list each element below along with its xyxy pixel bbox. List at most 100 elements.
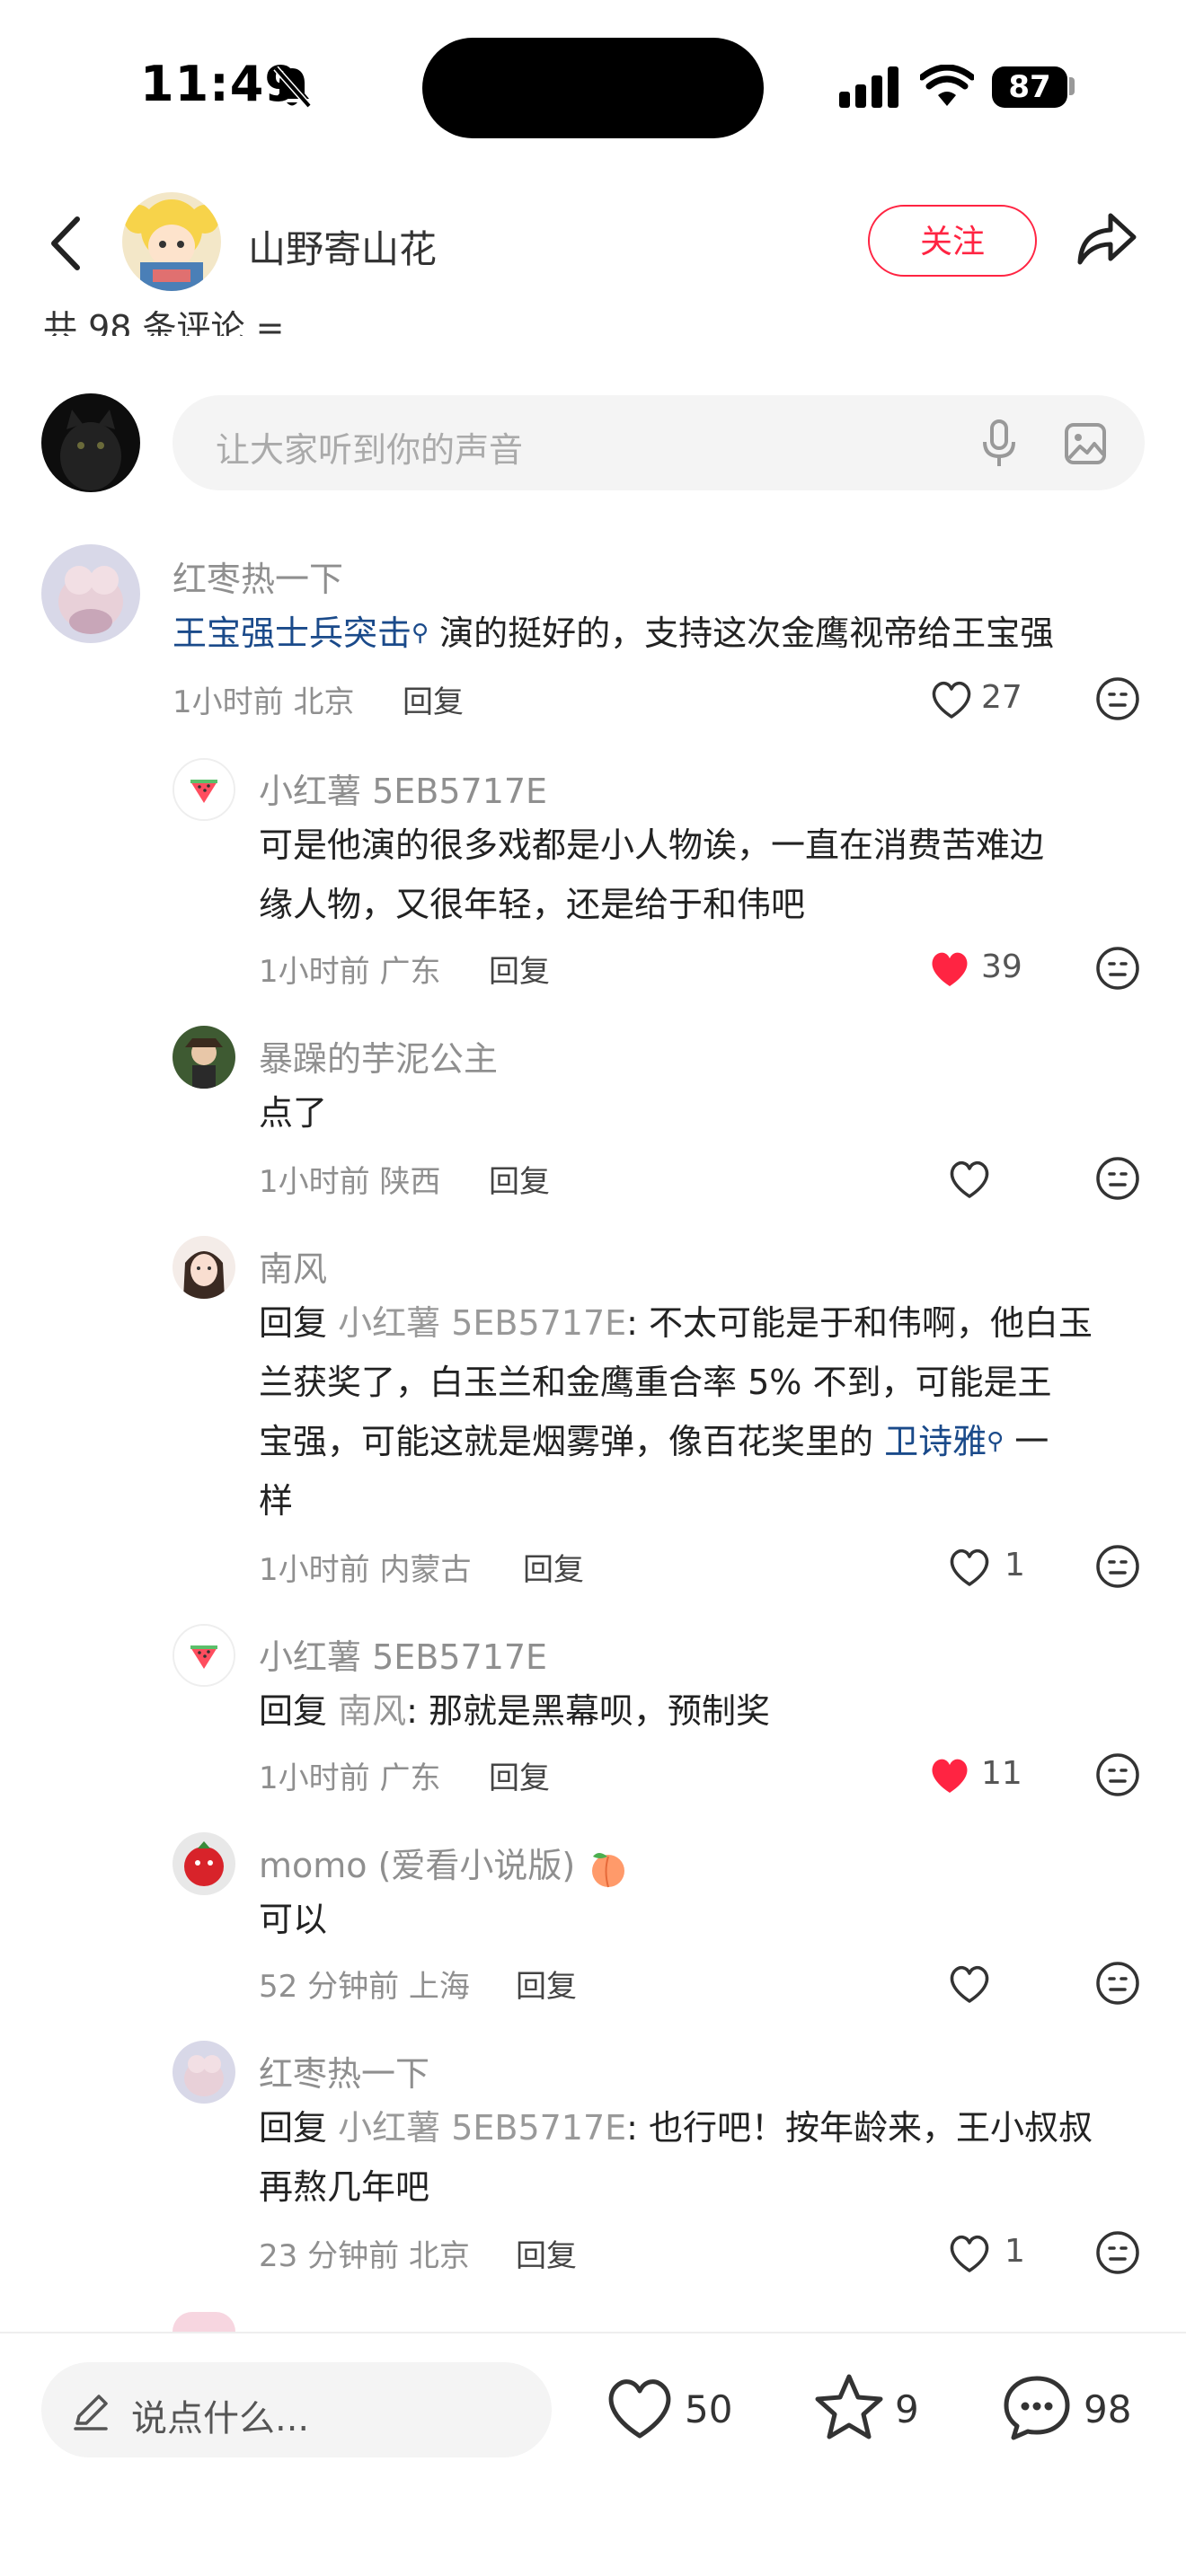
emoji-icon[interactable] xyxy=(1094,1960,1141,2007)
comment-location: 内蒙古 xyxy=(379,1552,472,1588)
heart-icon[interactable] xyxy=(947,1547,992,1588)
comment-text-line2: 缘人物，又很年轻，还是给于和伟吧 xyxy=(259,885,806,924)
commenter-name[interactable]: 南风 xyxy=(259,1241,327,1291)
like-count: 39 xyxy=(981,948,1022,985)
commenter-avatar[interactable] xyxy=(173,1832,235,1895)
heart-icon[interactable] xyxy=(947,1159,992,1200)
comment-text-line2: 再熬几年吧 xyxy=(259,2167,430,2207)
my-avatar[interactable] xyxy=(41,393,140,492)
comment-time-location: 1小时前 内蒙古 xyxy=(259,1545,471,1589)
commenter-avatar[interactable] xyxy=(173,2041,235,2104)
comment-time: 1小时前 xyxy=(259,1552,370,1588)
commenter-name[interactable]: 红枣热一下 xyxy=(259,2046,429,2095)
commenter-avatar[interactable] xyxy=(173,1236,235,1299)
comment-text-line3: 宝强，可能这就是烟雾弹，像百花奖里的 卫诗雅⚲ 一 xyxy=(259,1412,1049,1471)
comment-time: 1小时前 xyxy=(259,1164,370,1200)
comment-text: 王宝强士兵突击⚲ 演的挺好的，支持这次金鹰视帝给王宝强 xyxy=(173,604,1054,663)
comment-time-location: 1小时前 广东 xyxy=(259,947,440,991)
reply-to-user[interactable]: 小红薯 5EB5717E xyxy=(338,1303,626,1343)
reply-to-user[interactable]: 小红薯 5EB5717E xyxy=(338,2108,626,2148)
comment-time: 1小时前 xyxy=(259,954,370,990)
reply-button[interactable]: 回复 xyxy=(516,2231,577,2275)
reply-prefix: 回复 xyxy=(259,1691,328,1731)
commenter-name[interactable]: 红枣热一下 xyxy=(173,551,343,601)
commenter-avatar[interactable] xyxy=(173,2312,235,2332)
commenter-name[interactable]: momo (爱看小说版) xyxy=(259,1838,631,1889)
reply-button[interactable]: 回复 xyxy=(489,947,550,991)
emoji-icon[interactable] xyxy=(1094,2229,1141,2276)
reply-button[interactable]: 回复 xyxy=(523,1545,584,1589)
heart-icon[interactable] xyxy=(927,1755,972,1796)
comment-time-location: 52 分钟前 上海 xyxy=(259,1962,470,2006)
comment-input-placeholder: 让大家听到你的声音 xyxy=(216,430,524,470)
comment-location: 广东 xyxy=(379,954,441,990)
star-icon[interactable] xyxy=(814,2373,884,2441)
commenter-avatar[interactable] xyxy=(173,1624,235,1687)
battery-level: 87 xyxy=(992,66,1067,108)
comment-text: 可是他演的很多戏都是小人物诶，一直在消费苦难边 xyxy=(259,825,1045,865)
like-count: 1 xyxy=(1005,2233,1025,2270)
comment-time-location: 23 分钟前 北京 xyxy=(259,2231,470,2275)
commenter-name-text: momo (爱看小说版) xyxy=(259,1846,576,1885)
silent-bell-icon xyxy=(273,66,312,109)
back-icon[interactable] xyxy=(45,214,86,273)
heart-icon[interactable] xyxy=(927,948,972,990)
bottom-input-placeholder: 说点什么... xyxy=(131,2398,310,2439)
comment-body: 宝强，可能这就是烟雾弹，像百花奖里的 xyxy=(259,1422,885,1461)
comment-text: 可以 xyxy=(259,1900,328,1939)
pencil-icon xyxy=(74,2395,108,2430)
comment-text: 回复 南风: 那就是黑幕呗，预制奖 xyxy=(259,1681,770,1741)
microphone-icon[interactable] xyxy=(981,419,1017,469)
commenter-name[interactable]: 小红薯 5EB5717E xyxy=(259,763,547,813)
topic-link[interactable]: 卫诗雅 xyxy=(884,1422,987,1461)
comment-body: 一 xyxy=(1004,1422,1049,1461)
comment-location: 北京 xyxy=(293,684,355,720)
emoji-icon[interactable] xyxy=(1094,1751,1141,1798)
reply-prefix: 回复 xyxy=(259,1303,328,1343)
comment-location: 北京 xyxy=(408,2238,470,2274)
reply-to-user[interactable]: 南风 xyxy=(338,1691,406,1731)
reply-button[interactable]: 回复 xyxy=(403,677,464,721)
post-comment-count: 98 xyxy=(1084,2387,1132,2431)
comment-body: : 那就是黑幕呗，预制奖 xyxy=(406,1691,771,1731)
commenter-name[interactable]: 暴躁的芋泥公主 xyxy=(259,1031,498,1081)
commenter-avatar[interactable] xyxy=(173,1026,235,1089)
emoji-icon[interactable] xyxy=(1094,945,1141,992)
reply-button[interactable]: 回复 xyxy=(489,1157,550,1201)
emoji-icon[interactable] xyxy=(1094,1543,1141,1590)
heart-icon[interactable] xyxy=(947,1963,992,2005)
search-icon: ⚲ xyxy=(412,620,429,647)
wifi-icon xyxy=(920,65,974,106)
like-count: 11 xyxy=(981,1755,1022,1792)
comment-location: 陕西 xyxy=(379,1164,441,1200)
heart-icon[interactable] xyxy=(947,2233,992,2274)
reply-button[interactable]: 回复 xyxy=(516,1962,577,2006)
comment-time: 1小时前 xyxy=(259,1760,370,1796)
share-icon[interactable] xyxy=(1075,210,1137,268)
reply-button[interactable]: 回复 xyxy=(489,1753,550,1797)
comment-time-location: 1小时前 北京 xyxy=(173,677,354,721)
battery-tip xyxy=(1069,77,1075,95)
commenter-avatar[interactable] xyxy=(173,758,235,821)
comment-bubble-icon[interactable] xyxy=(1001,2373,1073,2443)
comment-body: : 不太可能是于和伟啊，他白玉 xyxy=(626,1303,1093,1343)
comments-count-title: 共 98 条评论 = xyxy=(43,308,285,336)
commenter-name[interactable]: 小红薯 5EB5717E xyxy=(259,1629,547,1679)
reply-prefix: 回复 xyxy=(259,2108,328,2148)
follow-button[interactable]: 关注 xyxy=(868,205,1037,277)
heart-icon[interactable] xyxy=(604,2377,676,2441)
commenter-avatar[interactable] xyxy=(41,544,140,643)
peach-emoji-icon xyxy=(592,1852,625,1887)
comment-body: : 也行吧！按年龄来，王小叔叔 xyxy=(626,2108,1093,2148)
comment-text-line4: 样 xyxy=(259,1481,294,1521)
author-avatar[interactable] xyxy=(122,192,221,291)
image-icon[interactable] xyxy=(1064,422,1107,465)
heart-icon[interactable] xyxy=(929,679,974,720)
comment-time-location: 1小时前 广东 xyxy=(259,1753,440,1797)
emoji-icon[interactable] xyxy=(1094,1155,1141,1202)
like-count: 27 xyxy=(981,679,1022,716)
topic-link[interactable]: 王宝强士兵突击 xyxy=(173,613,412,653)
comment-text: 回复 小红薯 5EB5717E: 也行吧！按年龄来，王小叔叔 xyxy=(259,2098,1093,2157)
emoji-icon[interactable] xyxy=(1094,675,1141,722)
author-name[interactable]: 山野寄山花 xyxy=(248,219,437,274)
